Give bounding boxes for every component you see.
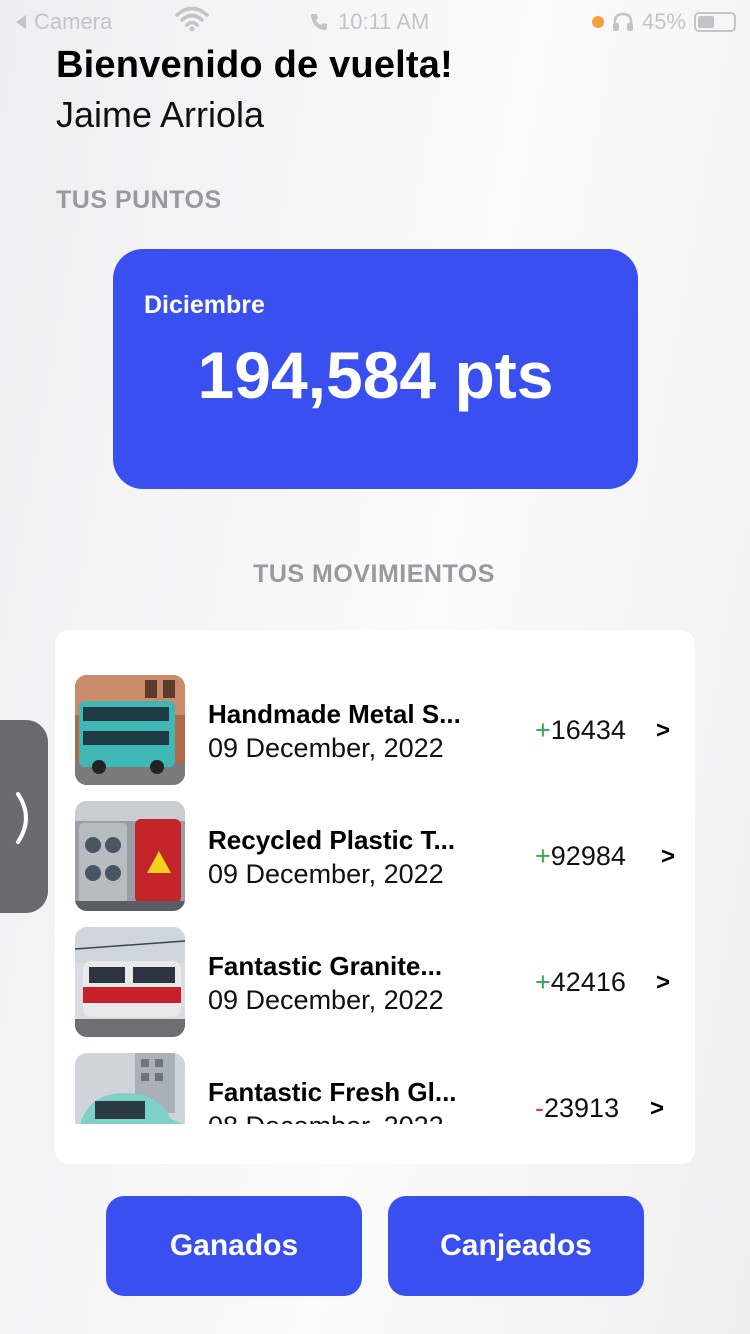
status-bar: Camera 10:11 AM 45% — [0, 0, 750, 40]
item-title: Fantastic Fresh Gl... — [208, 1077, 457, 1107]
amount-value: 42416 — [550, 967, 626, 997]
list-item[interactable]: Fantastic Granite... 09 December, 2022 +… — [55, 927, 695, 1037]
chevron-right-icon — [16, 792, 28, 844]
back-app-label: Camera — [34, 9, 113, 34]
list-item[interactable]: Handmade Metal S... 09 December, 2022 +1… — [55, 675, 695, 785]
amount-sign: + — [535, 967, 551, 997]
red-train-photo — [75, 927, 185, 1037]
battery-percent: 45% — [641, 9, 686, 34]
item-amount: +42416 — [535, 967, 626, 998]
amount-value: 23913 — [544, 1093, 620, 1123]
list-item[interactable]: Fantastic Fresh Gl... 08 December, 2022 … — [55, 1053, 695, 1124]
amount-sign: - — [535, 1093, 544, 1123]
amount-value: 16434 — [550, 715, 626, 745]
amount-value: 92984 — [550, 841, 626, 871]
chevron-right-icon[interactable]: > — [661, 843, 675, 871]
back-arrow-icon — [16, 15, 26, 29]
amount-sign: + — [535, 715, 551, 745]
earned-button[interactable]: Ganados — [106, 1196, 362, 1296]
status-back[interactable]: Camera — [14, 9, 112, 35]
points-month: Diciembre — [144, 291, 265, 319]
item-date: 09 December, 2022 — [208, 733, 444, 763]
item-title: Fantastic Granite... — [208, 951, 443, 981]
welcome-title: Bienvenido de vuelta! — [56, 44, 453, 86]
user-name: Jaime Arriola — [56, 94, 265, 135]
battery-icon — [694, 12, 736, 32]
movements-scroll-area[interactable]: Handmade Metal S... 09 December, 2022 +1… — [55, 675, 695, 1124]
chevron-right-icon[interactable]: > — [656, 717, 670, 745]
station-machinery-photo — [75, 801, 185, 911]
chevron-right-icon[interactable]: > — [656, 969, 670, 997]
redeemed-button[interactable]: Canjeados — [388, 1196, 644, 1296]
item-date: 09 December, 2022 — [208, 985, 444, 1015]
status-time: 10:11 AM — [338, 9, 430, 34]
points-card: Diciembre 194,584 pts — [113, 249, 638, 489]
chevron-right-icon[interactable]: > — [650, 1095, 664, 1123]
movements-list[interactable]: Handmade Metal S... 09 December, 2022 +1… — [55, 630, 695, 1164]
item-amount: +16434 — [535, 715, 626, 746]
item-title: Recycled Plastic T... — [208, 825, 456, 855]
double-decker-bus-photo — [75, 675, 185, 785]
list-item[interactable]: Recycled Plastic T... 09 December, 2022 … — [55, 801, 695, 911]
movements-section-label: TUS MOVIMIENTOS — [253, 560, 495, 588]
points-section-label: TUS PUNTOS — [56, 186, 222, 214]
item-amount: -23913 — [535, 1093, 619, 1124]
item-date: 08 December, 2022 — [208, 1111, 444, 1124]
side-drawer-handle[interactable] — [0, 720, 48, 913]
item-amount: +92984 — [535, 841, 626, 872]
amount-sign: + — [535, 841, 551, 871]
recording-dot — [591, 16, 604, 28]
points-value: 194,584 pts — [197, 338, 554, 412]
wifi-icon — [175, 6, 209, 38]
item-title: Handmade Metal S... — [208, 699, 461, 729]
phone-icon — [311, 14, 327, 30]
item-date: 09 December, 2022 — [208, 859, 444, 889]
headphones-icon — [612, 12, 633, 31]
vintage-car-photo — [75, 1053, 185, 1124]
